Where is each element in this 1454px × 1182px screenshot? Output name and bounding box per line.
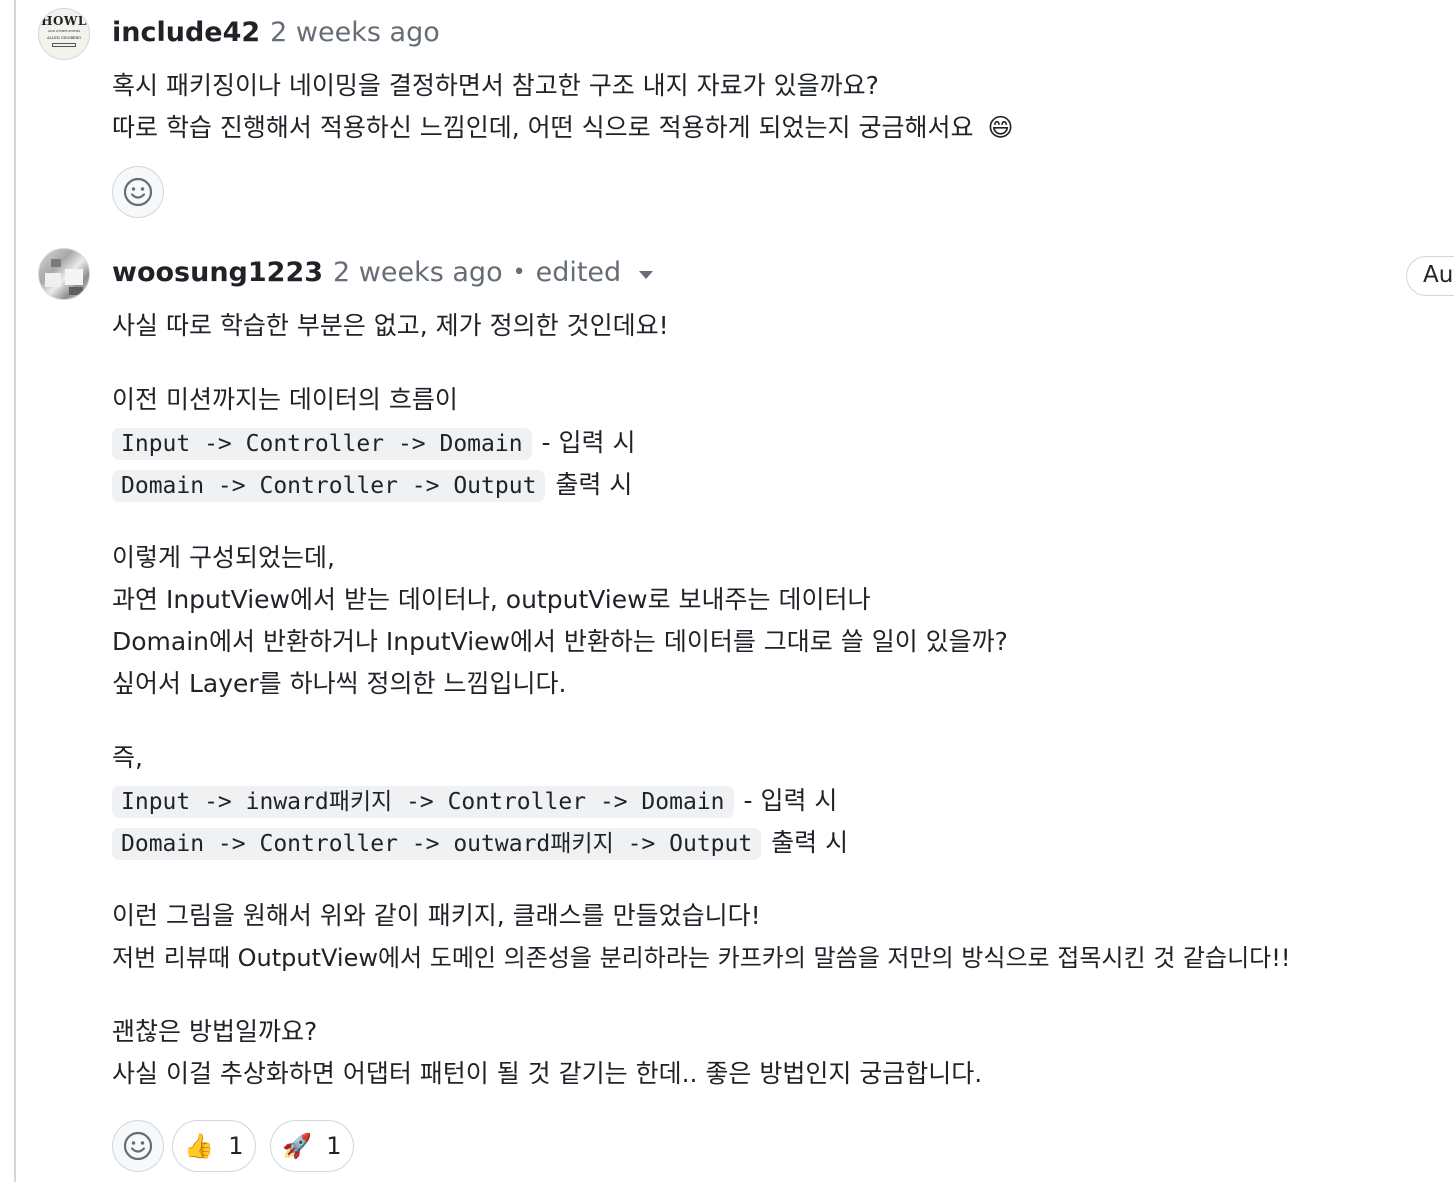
flow-label: - 입력 시: [743, 786, 838, 815]
paragraph-line: 저번 리뷰때 OutputView에서 도메인 의존성을 분리하라는 카프카의 …: [112, 944, 1291, 972]
paragraph: 이전 미션까지는 데이터의 흐름이: [112, 385, 458, 414]
timestamp[interactable]: 2 weeks ago: [333, 257, 503, 288]
paragraph-line: 이런 그림을 원해서 위와 같이 패키지, 클래스를 만들었습니다!: [112, 901, 761, 930]
grin-emoji: 😄: [987, 113, 1014, 142]
reaction-count: 1: [228, 1132, 244, 1160]
author-link[interactable]: woosung1223: [112, 257, 323, 288]
inline-code: Domain -> Controller -> outward패키지 -> Ou…: [112, 828, 762, 860]
inline-code: Domain -> Controller -> Output: [112, 470, 546, 502]
reaction-thumbs-up[interactable]: 👍 1: [172, 1120, 256, 1172]
avatar-title: HOWL: [41, 14, 87, 28]
paragraph-line: Domain에서 반환하거나 InputView에서 반환하는 데이터를 그대로…: [112, 627, 1008, 656]
flow-line: Input -> inward패키지 -> Controller -> Doma…: [112, 781, 837, 821]
paragraph-line: 괜찮은 방법일까요?: [112, 1017, 318, 1046]
smiley-icon: [123, 177, 153, 207]
edited-history-label[interactable]: edited: [536, 257, 622, 288]
flow-line: Input -> Controller -> Domain - 입력 시: [112, 423, 635, 463]
paragraph: 사실 따로 학습한 부분은 없고, 제가 정의한 것인데요!: [112, 311, 669, 340]
reaction-rocket[interactable]: 🚀 1: [270, 1120, 354, 1172]
chevron-down-icon[interactable]: [639, 271, 654, 279]
flow-line: Domain -> Controller -> outward패키지 -> Ou…: [112, 823, 848, 863]
comment-text: 혹시 패키징이나 네이밍을 결정하면서 참고한 구조 내지 자료가 있을까요?: [112, 71, 879, 100]
thumbs-up-icon: 👍: [184, 1132, 215, 1160]
rocket-icon: 🚀: [282, 1132, 313, 1160]
paragraph: 즉,: [112, 743, 143, 772]
flow-label: 출력 시: [771, 828, 849, 857]
paragraph-line: 사실 이걸 추상화하면 어댑터 패턴이 될 것 같기는 한데.. 좋은 방법인지…: [112, 1059, 983, 1088]
avatar[interactable]: HOWL AND OTHER POEMS ALLEN GINSBERG: [38, 8, 90, 60]
separator-dot: •: [512, 259, 526, 285]
paragraph-line: 싶어서 Layer를 하나씩 정의한 느낌입니다.: [112, 669, 567, 698]
paragraph-line: 과연 InputView에서 받는 데이터나, outputView로 보내주는…: [112, 585, 871, 614]
author-link[interactable]: include42: [112, 17, 260, 48]
flow-label: 출력 시: [555, 470, 633, 499]
avatar-subtitle: AND OTHER POEMS: [47, 29, 81, 33]
paragraph-line: 이렇게 구성되었는데,: [112, 543, 335, 572]
avatar[interactable]: [38, 248, 90, 300]
photo-icon: [45, 259, 83, 295]
comment-text-line: 따로 학습 진행해서 적용하신 느낌인데, 어떤 식으로 적용하게 되었는지 궁…: [112, 108, 1014, 148]
timestamp[interactable]: 2 weeks ago: [270, 17, 440, 48]
reaction-count: 1: [326, 1132, 342, 1160]
author-badge: Aut: [1406, 256, 1454, 296]
timeline-line: [14, 0, 16, 1182]
add-reaction-button[interactable]: [112, 1120, 164, 1172]
add-reaction-button[interactable]: [112, 166, 164, 218]
inline-code: Input -> Controller -> Domain: [112, 428, 532, 460]
flow-line: Domain -> Controller -> Output 출력 시: [112, 465, 632, 505]
comment-text: 따로 학습 진행해서 적용하신 느낌인데, 어떤 식으로 적용하게 되었는지 궁…: [112, 113, 974, 142]
inline-code: Input -> inward패키지 -> Controller -> Doma…: [112, 786, 734, 818]
comment-header: woosung1223 2 weeks ago • edited: [112, 252, 654, 292]
avatar-author: ALLEN GINSBERG: [46, 36, 82, 40]
comment-header: include42 2 weeks ago: [112, 12, 440, 52]
flow-label: - 입력 시: [541, 428, 636, 457]
smiley-icon: [123, 1131, 153, 1161]
